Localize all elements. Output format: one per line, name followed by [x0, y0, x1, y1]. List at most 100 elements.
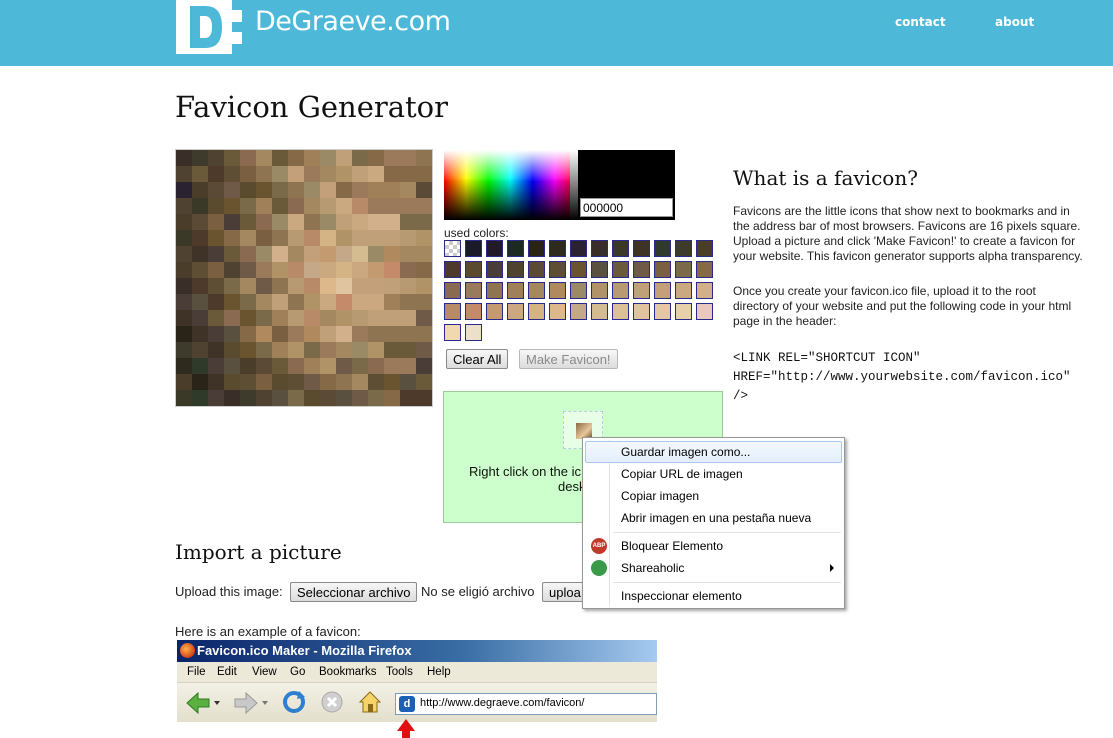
nav-contact-link[interactable]: contact — [895, 15, 946, 29]
used-color-swatch[interactable] — [696, 240, 713, 257]
upload-button[interactable]: uploa — [542, 582, 586, 602]
used-color-swatch[interactable] — [444, 324, 461, 341]
used-color-swatch[interactable] — [507, 303, 524, 320]
used-color-swatch[interactable] — [612, 261, 629, 278]
used-color-swatch[interactable] — [507, 240, 524, 257]
favicon-pixel-preview[interactable] — [175, 149, 433, 407]
used-color-swatch[interactable] — [507, 261, 524, 278]
preview-pixel — [304, 342, 320, 358]
ctx-inspect-element[interactable]: Inspeccionar elemento — [585, 585, 842, 607]
preview-pixel — [176, 198, 192, 214]
preview-pixel — [240, 358, 256, 374]
used-color-swatch[interactable] — [486, 240, 503, 257]
used-color-swatch[interactable] — [654, 282, 671, 299]
used-color-swatch[interactable] — [591, 261, 608, 278]
favicon-install-instructions: Once you create your favicon.ico file, u… — [733, 284, 1111, 329]
used-color-swatch[interactable] — [633, 282, 650, 299]
ctx-save-image-as[interactable]: Guardar imagen como... — [585, 441, 842, 463]
used-color-swatch[interactable] — [633, 240, 650, 257]
brand-name[interactable]: DeGraeve.com — [255, 6, 451, 37]
preview-pixel — [416, 278, 432, 294]
preview-pixel — [240, 198, 256, 214]
preview-pixel — [240, 294, 256, 310]
used-color-swatch[interactable] — [570, 240, 587, 257]
preview-pixel — [288, 262, 304, 278]
used-color-swatch[interactable] — [570, 282, 587, 299]
used-color-swatch[interactable] — [654, 303, 671, 320]
make-favicon-button[interactable]: Make Favicon! — [519, 349, 618, 369]
preview-pixel — [288, 278, 304, 294]
used-color-swatch[interactable] — [675, 282, 692, 299]
used-color-swatch[interactable] — [528, 303, 545, 320]
preview-pixel — [416, 374, 432, 390]
used-color-swatch[interactable] — [465, 282, 482, 299]
used-color-swatch[interactable] — [612, 282, 629, 299]
used-color-swatch[interactable] — [633, 303, 650, 320]
used-color-swatch[interactable] — [612, 240, 629, 257]
used-color-swatch[interactable] — [696, 282, 713, 299]
used-color-swatch[interactable] — [696, 303, 713, 320]
used-color-swatch[interactable] — [528, 240, 545, 257]
used-color-swatch[interactable] — [570, 261, 587, 278]
ctx-item-label: Copiar imagen — [621, 489, 700, 503]
ctx-open-image-new-tab[interactable]: Abrir imagen en una pestaña nueva — [585, 507, 842, 529]
degraeve-logo-icon[interactable] — [176, 0, 242, 54]
used-color-swatch[interactable] — [633, 261, 650, 278]
used-color-swatch[interactable] — [675, 303, 692, 320]
preview-pixel — [224, 342, 240, 358]
preview-pixel — [208, 278, 224, 294]
preview-pixel — [352, 342, 368, 358]
used-color-swatch[interactable] — [549, 261, 566, 278]
hex-color-input[interactable] — [580, 198, 673, 217]
used-color-swatch[interactable] — [570, 303, 587, 320]
preview-pixel — [176, 246, 192, 262]
used-color-swatch[interactable] — [549, 240, 566, 257]
preview-pixel — [208, 374, 224, 390]
choose-file-button[interactable]: Seleccionar archivo — [290, 582, 418, 602]
grayscale-strip[interactable] — [570, 150, 578, 220]
preview-pixel — [208, 214, 224, 230]
used-color-swatch[interactable] — [654, 240, 671, 257]
preview-pixel — [272, 198, 288, 214]
preview-pixel — [320, 278, 336, 294]
clear-all-button[interactable]: Clear All — [446, 349, 509, 369]
used-color-swatch[interactable] — [507, 282, 524, 299]
adblock-icon: ABP — [591, 538, 607, 554]
preview-pixel — [224, 214, 240, 230]
description-line: Favicons are the little icons that show … — [733, 204, 1070, 218]
ctx-block-element[interactable]: ABP Bloquear Elemento — [585, 535, 842, 557]
used-color-swatch[interactable] — [654, 261, 671, 278]
used-color-swatch[interactable] — [591, 282, 608, 299]
used-color-swatch[interactable] — [549, 282, 566, 299]
used-color-swatch[interactable] — [675, 261, 692, 278]
used-color-swatch[interactable] — [444, 282, 461, 299]
shareaholic-icon — [591, 560, 607, 576]
used-color-swatch[interactable] — [528, 261, 545, 278]
used-color-swatch[interactable] — [696, 261, 713, 278]
used-color-swatch[interactable] — [444, 303, 461, 320]
site-header: DeGraeve.com contact about — [0, 0, 1113, 66]
used-color-swatch[interactable] — [486, 282, 503, 299]
used-color-swatch[interactable] — [465, 324, 482, 341]
used-color-swatch[interactable] — [612, 303, 629, 320]
used-color-swatch[interactable] — [486, 303, 503, 320]
used-color-swatch[interactable] — [591, 303, 608, 320]
used-color-swatch[interactable] — [486, 261, 503, 278]
color-spectrum-picker[interactable] — [444, 150, 577, 220]
preview-pixel — [208, 166, 224, 182]
ctx-copy-image[interactable]: Copiar imagen — [585, 485, 842, 507]
used-color-swatch[interactable] — [465, 303, 482, 320]
used-color-swatch[interactable] — [465, 261, 482, 278]
used-color-swatch[interactable] — [444, 261, 461, 278]
used-color-swatch[interactable] — [549, 303, 566, 320]
nav-about-link[interactable]: about — [995, 15, 1034, 29]
used-color-swatch[interactable] — [528, 282, 545, 299]
used-color-swatch[interactable] — [444, 240, 461, 257]
used-color-swatch[interactable] — [591, 240, 608, 257]
preview-pixel — [224, 262, 240, 278]
used-color-swatch[interactable] — [675, 240, 692, 257]
ctx-shareaholic[interactable]: Shareaholic — [585, 557, 842, 579]
used-color-swatch[interactable] — [465, 240, 482, 257]
ctx-copy-image-url[interactable]: Copiar URL de imagen — [585, 463, 842, 485]
preview-pixel — [352, 198, 368, 214]
